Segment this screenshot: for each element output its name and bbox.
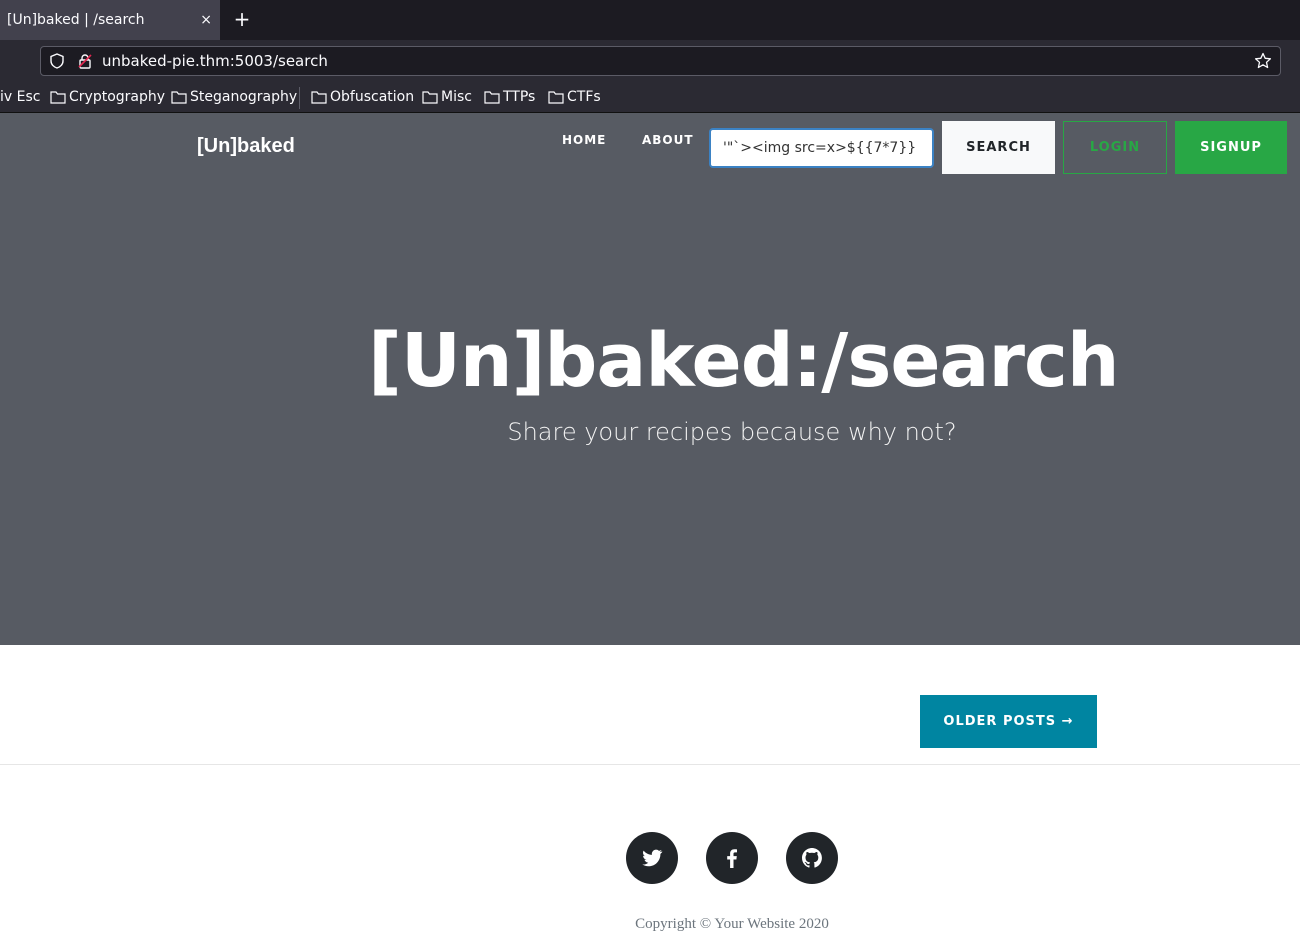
bookmark-ttps[interactable]: TTPs [484,87,535,107]
browser-tab-bar: [Un]baked | /search × + [0,0,1300,40]
site-brand[interactable]: [Un]baked [197,135,295,158]
copyright-text: Copyright © Your Website 2020 [635,916,829,932]
signup-button[interactable]: SIGNUP [1175,121,1287,174]
older-posts-button[interactable]: OLDER POSTS → [920,695,1097,748]
bookmark-ctfs[interactable]: CTFs [548,87,601,107]
new-tab-button[interactable]: + [232,8,252,32]
tab-title: [Un]baked | /search [7,12,145,28]
folder-icon [484,91,500,104]
search-button[interactable]: SEARCH [942,121,1055,174]
folder-icon [422,91,438,104]
nav-home[interactable]: HOME [562,133,606,147]
facebook-link[interactable] [706,832,758,884]
bookmark-steganography[interactable]: Steganography [171,87,297,107]
bookmarks-bar: iv Esc Cryptography Steganography Obfusc… [0,82,1300,113]
page-title: [Un]baked:/search [368,318,1120,404]
twitter-icon [642,849,663,867]
github-icon [802,848,822,868]
search-input[interactable]: '"`><img src=x>${{7*7}} [709,128,934,168]
folder-icon [50,91,66,104]
page-header: [Un]baked HOME ABOUT '"`><img src=x>${{7… [0,113,1300,645]
divider [0,764,1300,765]
github-link[interactable] [786,832,838,884]
bookmark-separator [299,87,300,109]
shield-icon[interactable] [49,53,65,69]
star-icon[interactable] [1254,52,1272,70]
folder-icon [171,91,187,104]
twitter-link[interactable] [626,832,678,884]
lock-icon[interactable] [77,53,93,69]
bookmark-misc[interactable]: Misc [422,87,472,107]
folder-icon [548,91,564,104]
url-bar[interactable]: unbaked-pie.thm:5003/search [40,46,1281,76]
browser-toolbar: unbaked-pie.thm:5003/search [0,40,1300,82]
bookmark-obfuscation[interactable]: Obfuscation [311,87,414,107]
nav-about[interactable]: ABOUT [642,133,694,147]
page-subtitle: Share your recipes because why not? [507,418,957,446]
folder-icon [311,91,327,104]
close-tab-icon[interactable]: × [200,0,212,40]
bookmark-priv-esc[interactable]: iv Esc [0,87,40,107]
browser-tab[interactable]: [Un]baked | /search × [0,0,220,40]
login-button[interactable]: LOGIN [1063,121,1167,174]
facebook-icon [727,849,737,868]
bookmark-cryptography[interactable]: Cryptography [50,87,165,107]
url-text: unbaked-pie.thm:5003/search [102,52,328,70]
